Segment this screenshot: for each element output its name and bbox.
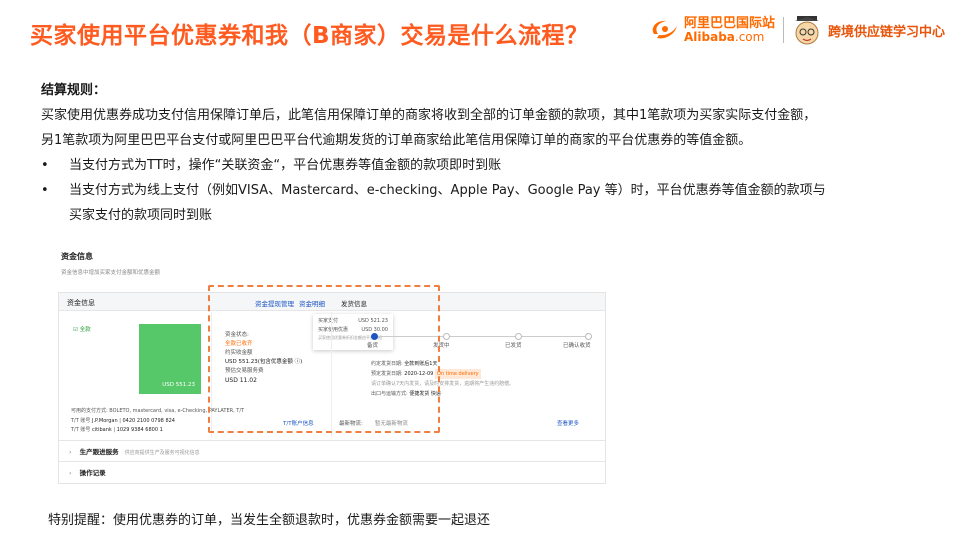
alibaba-logo-icon: [652, 20, 677, 39]
step-dot-received: [585, 333, 592, 340]
mascot-icon: [795, 16, 820, 45]
rules-paragraph-2: 另1笔款项为阿里巴巴平台支付或阿里巴巴平台代逾期发货的订单商家给此笔信用保障订单…: [41, 133, 752, 148]
logo-text: 阿里巴巴国际站 Alibaba.com: [684, 17, 775, 43]
rules-bullet-online-line1: 当支付方式为线上支付（例如VISA、Mastercard、e-checking、…: [69, 183, 826, 198]
highlight-dashed-box: [208, 285, 440, 433]
logo-area: 阿里巴巴国际站 Alibaba.com 跨境供应链学习中心: [648, 14, 945, 46]
production-follow-row[interactable]: › 生产跟进服务 供应商提供生产及服务可视化信息: [69, 446, 200, 456]
rules-paragraph-1: 买家使用优惠券成功支付信用保障订单后，此笔信用保障订单的商家将收到全部的订单金额…: [41, 108, 817, 123]
section-title: 资金信息: [61, 252, 93, 261]
rules-bullet-online: 当支付方式为线上支付（例如VISA、Mastercard、e-checking、…: [41, 178, 921, 228]
chevron-right-icon: ›: [69, 448, 72, 456]
page-title: 买家使用平台优惠券和我（B商家）交易是什么流程？: [30, 23, 589, 49]
chevron-right-icon: ›: [69, 469, 72, 477]
logo-cn: 阿里巴巴国际站: [684, 15, 776, 31]
refund-reminder: 特别提醒：使用优惠券的订单，当发生全额退款时，优惠券金额需要一起退还: [48, 513, 491, 528]
logo-divider: [783, 17, 785, 43]
view-more-link[interactable]: 查看更多: [557, 419, 579, 427]
on-time-badge: On time delivery: [434, 369, 481, 379]
rules-bullet-tt: 当支付方式为TT时，操作“关联资金“，平台优惠券等值金额的款项即时到账: [41, 153, 921, 178]
step-dot-shipping: [443, 333, 450, 340]
payment-progress-bar: USD 551.23: [139, 324, 201, 394]
fund-panel-label: 资金信息: [67, 299, 95, 307]
payment-progress-amount: USD 551.23: [162, 382, 195, 388]
rules-heading: 结算规则：: [41, 83, 107, 98]
divider: [59, 461, 605, 462]
step-label: 已发货: [505, 343, 522, 349]
order-screenshot: 资金信息 资金信息中增加买家支付金额和优惠金额 资金信息 资金提现管理 资金明细…: [58, 248, 606, 484]
logo-en: Alibaba.com: [684, 29, 765, 44]
divider: [59, 440, 605, 441]
rules-bullet-online-line2: 买家支付的款项同时到账: [69, 208, 213, 223]
step-label: 已确认收货: [563, 343, 591, 349]
full-payment-tag: ☑ 全款: [73, 327, 91, 333]
operation-log-row[interactable]: › 操作记录: [69, 467, 106, 477]
learning-center-name: 跨境供应链学习中心: [828, 24, 946, 40]
step-dot-shipped: [515, 333, 522, 340]
section-subtitle: 资金信息中增加买家支付金额和优惠金额: [61, 270, 161, 276]
settlement-rules: 结算规则： 买家使用优惠券成功支付信用保障订单后，此笔信用保障订单的商家将收到全…: [41, 78, 921, 228]
